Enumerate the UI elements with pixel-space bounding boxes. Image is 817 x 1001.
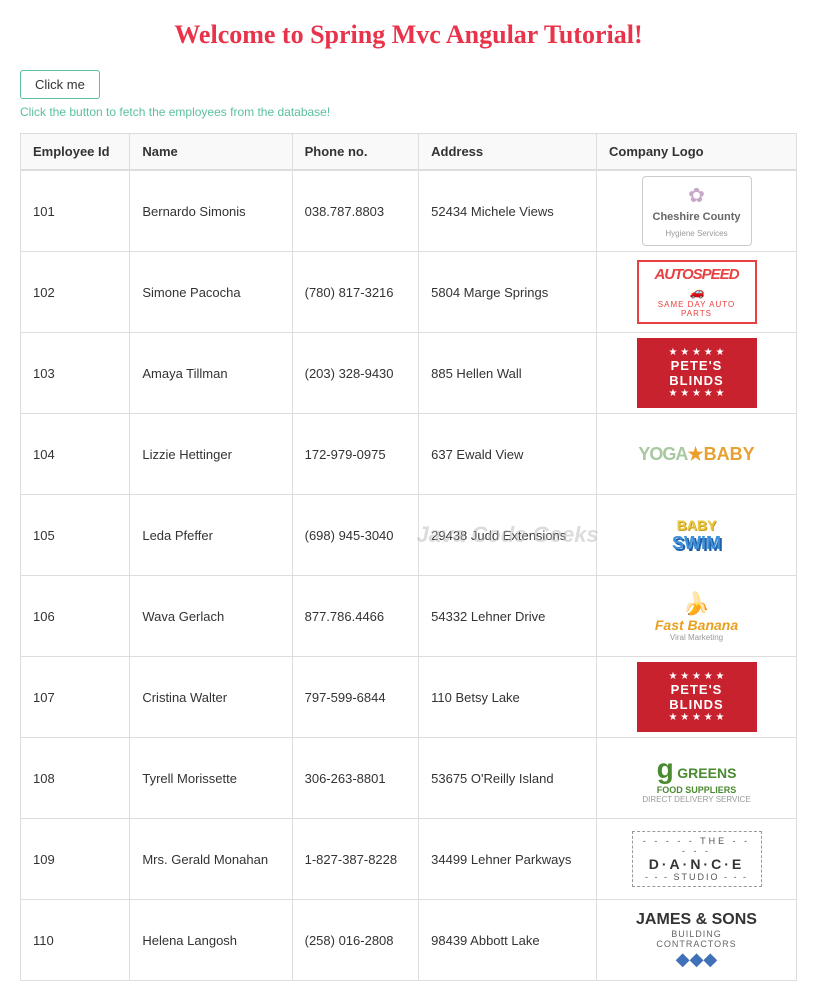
cell-phone: 306-263-8801 — [292, 738, 419, 819]
table-row: 104 Lizzie Hettinger 172-979-0975 637 Ew… — [21, 414, 797, 495]
cell-name: Mrs. Gerald Monahan — [130, 819, 292, 900]
cell-logo: AUTOSPEED 🚗 SAME DAY AUTO PARTS — [597, 252, 797, 333]
page-title: Welcome to Spring Mvc Angular Tutorial! — [20, 20, 797, 50]
cell-id: 109 — [21, 819, 130, 900]
table-row: 103 Amaya Tillman (203) 328-9430 885 Hel… — [21, 333, 797, 414]
cell-logo: YOGA★BABY — [597, 414, 797, 495]
table-row: 101 Bernardo Simonis 038.787.8803 52434 … — [21, 170, 797, 252]
cell-name: Cristina Walter — [130, 657, 292, 738]
table-row: 108 Tyrell Morissette 306-263-8801 53675… — [21, 738, 797, 819]
click-me-button[interactable]: Click me — [20, 70, 100, 99]
cell-phone: (258) 016-2808 — [292, 900, 419, 981]
col-phone: Phone no. — [292, 134, 419, 171]
cell-name: Amaya Tillman — [130, 333, 292, 414]
cell-logo: ★ ★ ★ ★ ★ PETE'S BLINDS ★ ★ ★ ★ ★ — [597, 657, 797, 738]
cell-name: Leda Pfeffer — [130, 495, 292, 576]
cell-phone: (698) 945-3040 — [292, 495, 419, 576]
cell-address: 52434 Michele Views — [419, 170, 597, 252]
cell-name: Wava Gerlach — [130, 576, 292, 657]
cell-address: 54332 Lehner Drive — [419, 576, 597, 657]
hint-text: Click the button to fetch the employees … — [20, 105, 797, 119]
cell-phone: 877.786.4466 — [292, 576, 419, 657]
table-row: 107 Cristina Walter 797-599-6844 110 Bet… — [21, 657, 797, 738]
col-id: Employee Id — [21, 134, 130, 171]
cell-phone: (780) 817-3216 — [292, 252, 419, 333]
cell-name: Simone Pacocha — [130, 252, 292, 333]
table-row: 106 Wava Gerlach 877.786.4466 54332 Lehn… — [21, 576, 797, 657]
table-row: 110 Helena Langosh (258) 016-2808 98439 … — [21, 900, 797, 981]
cell-phone: 038.787.8803 — [292, 170, 419, 252]
table-row: 102 Simone Pacocha (780) 817-3216 5804 M… — [21, 252, 797, 333]
cell-address: 98439 Abbott Lake — [419, 900, 597, 981]
cell-logo: ✿ Cheshire County Hygiene Services — [597, 170, 797, 252]
cell-id: 108 — [21, 738, 130, 819]
cell-address: 885 Hellen Wall — [419, 333, 597, 414]
table-row: 105 Leda Pfeffer (698) 945-3040 29438 Ju… — [21, 495, 797, 576]
cell-name: Bernardo Simonis — [130, 170, 292, 252]
cell-id: 106 — [21, 576, 130, 657]
cell-logo: 🍌 Fast Banana Viral Marketing — [597, 576, 797, 657]
cell-address: 53675 O'Reilly Island — [419, 738, 597, 819]
col-address: Address — [419, 134, 597, 171]
employee-table: Employee Id Name Phone no. Address Compa… — [20, 133, 797, 981]
cell-address: 5804 Marge Springs — [419, 252, 597, 333]
cell-address: 34499 Lehner Parkways — [419, 819, 597, 900]
cell-logo: JAMES & SONS BUILDING CONTRACTORS ◆◆◆ — [597, 900, 797, 981]
cell-logo: ★ ★ ★ ★ ★ PETE'S BLINDS ★ ★ ★ ★ ★ — [597, 333, 797, 414]
cell-address: 29438 Judd ExtensionsJava Code Geeks — [419, 495, 597, 576]
table-row: 109 Mrs. Gerald Monahan 1-827-387-8228 3… — [21, 819, 797, 900]
cell-phone: 172-979-0975 — [292, 414, 419, 495]
cell-phone: 1-827-387-8228 — [292, 819, 419, 900]
col-name: Name — [130, 134, 292, 171]
cell-id: 102 — [21, 252, 130, 333]
col-logo: Company Logo — [597, 134, 797, 171]
cell-id: 103 — [21, 333, 130, 414]
cell-id: 110 — [21, 900, 130, 981]
cell-phone: (203) 328-9430 — [292, 333, 419, 414]
cell-logo: g GREENS FOOD SUPPLIERS DIRECT DELIVERY … — [597, 738, 797, 819]
cell-address: 637 Ewald View — [419, 414, 597, 495]
cell-logo: BABYSWIM — [597, 495, 797, 576]
cell-name: Tyrell Morissette — [130, 738, 292, 819]
table-header-row: Employee Id Name Phone no. Address Compa… — [21, 134, 797, 171]
cell-id: 104 — [21, 414, 130, 495]
cell-id: 105 — [21, 495, 130, 576]
cell-id: 107 — [21, 657, 130, 738]
cell-name: Helena Langosh — [130, 900, 292, 981]
cell-logo: - - - - - THE - - - - - D·A·N·C·E - - - … — [597, 819, 797, 900]
cell-id: 101 — [21, 170, 130, 252]
cell-phone: 797-599-6844 — [292, 657, 419, 738]
cell-address: 110 Betsy Lake — [419, 657, 597, 738]
cell-name: Lizzie Hettinger — [130, 414, 292, 495]
